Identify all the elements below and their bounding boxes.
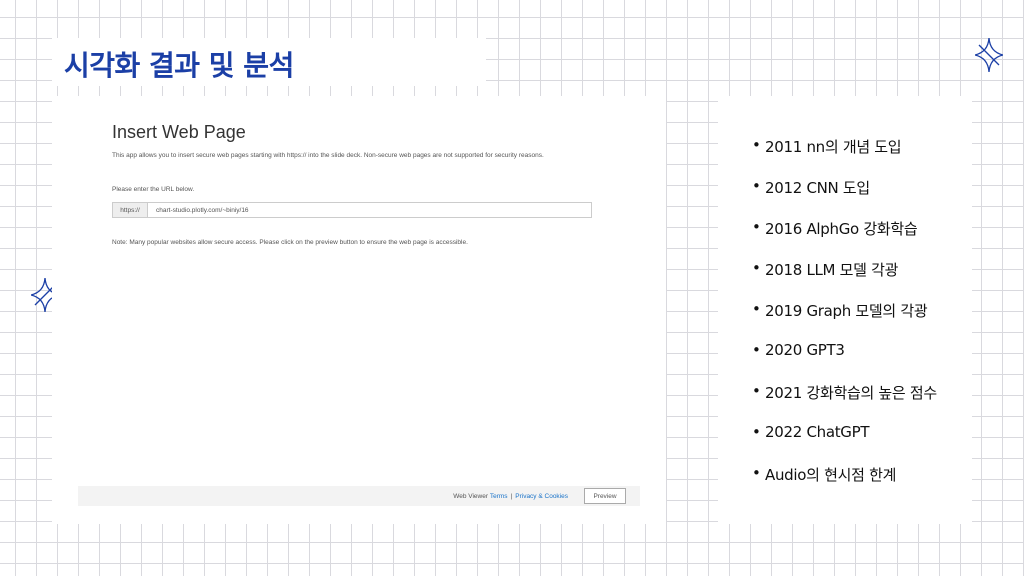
timeline-item-text: 2021 강화학습의 높은 점수 [765,384,937,402]
privacy-link[interactable]: Privacy & Cookies [515,493,568,500]
web-page-description: This app allows you to insert secure web… [112,152,544,159]
timeline-item: • 2022 ChatGPT [752,423,870,441]
timeline-item: • 2011 nn의 개념 도입 [752,136,902,156]
timeline-item-text: 2016 AlphGo 강화학습 [765,220,918,238]
timeline-panel: • 2011 nn의 개념 도입 • 2012 CNN 도입 • 2016 AlphG… [718,96,972,524]
web-viewer-footer: Web Viewer Terms | Privacy & Cookies Previ… [78,486,640,506]
timeline-item-text: 2011 nn의 개념 도입 [765,138,902,156]
web-page-panel: Insert Web Page This app allows you to i… [52,96,666,524]
terms-link[interactable]: Terms [490,493,508,500]
timeline-item-text: 2012 CNN 도입 [765,179,870,197]
timeline-item-text: 2019 Graph 모델의 각광 [765,302,928,320]
web-viewer-label: Web Viewer [453,492,489,500]
url-field-group: https:// [112,202,592,218]
timeline-list: • 2011 nn의 개념 도입 • 2012 CNN 도입 • 2016 AlphG… [752,136,937,505]
timeline-item: • 2021 강화학습의 높은 점수 [752,382,937,402]
slide-title: 시각화 결과 및 분석 [64,49,294,82]
title-box: 시각화 결과 및 분석 [52,38,486,86]
timeline-item: • 2020 GPT3 [752,341,845,359]
timeline-item-text: 2022 ChatGPT [765,423,870,441]
url-input[interactable] [148,203,591,217]
timeline-item: • 2018 LLM 모델 각광 [752,259,899,279]
web-page-heading: Insert Web Page [112,122,246,142]
timeline-item: • 2019 Graph 모델의 각광 [752,300,928,320]
timeline-item: • Audio의 현시점 한계 [752,464,897,484]
timeline-item: • 2012 CNN 도입 [752,177,870,197]
footer-separator: | [510,492,513,500]
url-prefix: https:// [113,203,148,217]
url-prompt: Please enter the URL below. [112,186,195,193]
preview-button[interactable]: Preview [584,488,626,504]
timeline-item: • 2016 AlphGo 강화학습 [752,218,918,238]
web-page-note: Note: Many popular websites allow secure… [112,239,468,246]
sparkle-star-icon [975,38,1003,72]
timeline-item-text: 2020 GPT3 [765,341,845,359]
timeline-item-text: Audio의 현시점 한계 [765,466,897,484]
timeline-item-text: 2018 LLM 모델 각광 [765,261,899,279]
